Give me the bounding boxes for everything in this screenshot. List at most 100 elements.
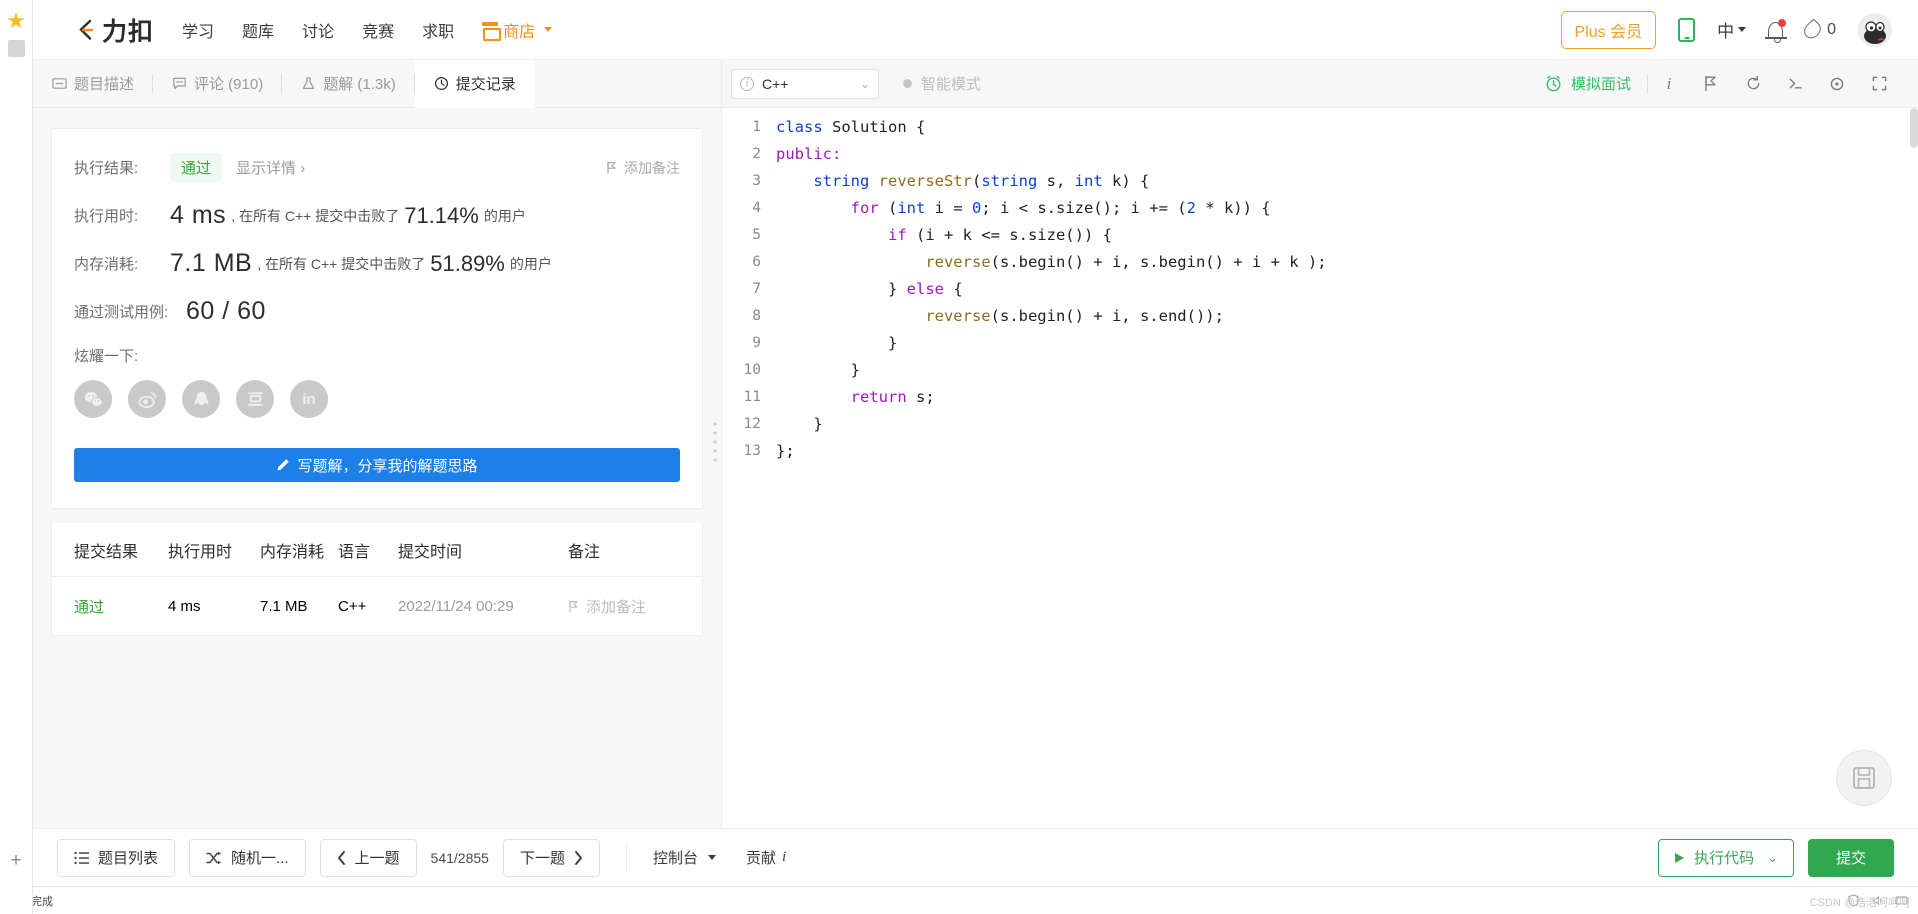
tab-comments[interactable]: 评论 (910) <box>153 60 283 107</box>
problem-list-label: 题目列表 <box>98 850 159 867</box>
submission-result-panel: 执行结果: 通过 显示详情 › 添加备注 执行用时: 4 ms , 在所有 C+… <box>33 108 721 828</box>
linkedin-share-icon[interactable]: in <box>290 380 328 418</box>
nav-problems[interactable]: 题库 <box>242 18 274 42</box>
run-code-button[interactable]: 执行代码 ⌄ <box>1658 838 1794 877</box>
code-line: 12 } <box>722 411 1918 438</box>
editor-flag-button[interactable] <box>1690 69 1732 99</box>
testcases-row: 通过测试用例: 60 / 60 <box>74 297 680 326</box>
bookmark-star-icon[interactable]: ★ <box>6 10 26 32</box>
table-row[interactable]: 通过 4 ms 7.1 MB C++ 2022/11/24 00:29 添加备注 <box>52 577 702 635</box>
code-editor[interactable]: 1 class Solution {2 public: 3 string revers… <box>721 108 1918 828</box>
code-line: 9 } <box>722 330 1918 357</box>
col-language: 语言 <box>338 543 371 561</box>
nav-study[interactable]: 学习 <box>182 18 214 42</box>
code-line-text: } else { <box>776 280 963 298</box>
write-solution-button[interactable]: 写题解，分享我的解题思路 <box>74 448 680 482</box>
language-switcher[interactable]: 中 <box>1717 17 1747 42</box>
code-line-text: reverse(s.begin() + i, s.begin() + i + k… <box>925 253 1327 271</box>
list-icon <box>74 851 89 864</box>
problem-counter: 541/2855 <box>430 849 489 866</box>
mobile-app-icon[interactable] <box>1678 17 1696 42</box>
mock-interview-label: 模拟面试 <box>1570 76 1631 93</box>
save-icon <box>1853 767 1875 789</box>
weibo-share-icon[interactable] <box>128 380 166 418</box>
nav-jobs[interactable]: 求职 <box>422 18 454 42</box>
qq-share-icon[interactable] <box>182 380 220 418</box>
prev-problem-button[interactable]: 上一题 <box>319 838 417 877</box>
plus-membership-button[interactable]: Plus 会员 <box>1560 10 1657 49</box>
next-problem-button[interactable]: 下一题 <box>502 838 600 877</box>
row-add-note-button[interactable]: 添加备注 <box>568 596 680 617</box>
leetcode-page: ★ + 力扣 学习 题库 讨论 竞赛 求职 商店 Plus 会员 中 0 题目描… <box>0 0 1918 914</box>
social-share-list: in <box>74 380 680 418</box>
chevron-down-icon: ⌄ <box>859 76 870 91</box>
code-content[interactable]: 1 class Solution {2 public: 3 string revers… <box>722 108 1918 465</box>
showoff-label: 炫耀一下: <box>74 348 139 365</box>
editor-settings-button[interactable] <box>1816 69 1858 99</box>
line-number: 9 <box>752 335 761 351</box>
code-line: 1 class Solution { <box>722 114 1918 141</box>
col-note: 备注 <box>568 543 601 561</box>
flask-icon <box>303 77 315 89</box>
site-logo[interactable]: 力扣 <box>73 12 154 48</box>
avatar[interactable] <box>1858 12 1892 47</box>
editor-info-button[interactable]: i <box>1648 69 1690 99</box>
editor-reset-button[interactable] <box>1732 69 1774 99</box>
nav-shop[interactable]: 商店 <box>482 18 553 42</box>
tab-description[interactable]: 题目描述 <box>33 60 154 107</box>
save-code-button[interactable] <box>1836 750 1892 806</box>
add-note-button[interactable]: 添加备注 <box>606 158 680 178</box>
nav-discuss[interactable]: 讨论 <box>302 18 334 42</box>
random-problem-button[interactable]: 随机一... <box>189 838 306 877</box>
sidebar-panel-icon[interactable] <box>7 40 25 57</box>
show-detail-link[interactable]: 显示详情 › <box>236 157 305 178</box>
tab-solutions[interactable]: 题解 (1.3k) <box>282 60 415 107</box>
editor-console-button[interactable] <box>1774 69 1816 99</box>
editor-fullscreen-button[interactable] <box>1858 69 1900 99</box>
code-line-text: if (i + k <= s.size()) { <box>887 226 1112 244</box>
gear-icon <box>1830 77 1844 90</box>
description-icon <box>52 78 67 89</box>
smart-mode-toggle[interactable]: 智能模式 <box>903 73 981 94</box>
runtime-value: 4 ms <box>170 201 227 229</box>
code-line-text: public: <box>776 145 842 163</box>
write-solution-label: 写题解，分享我的解题思路 <box>297 457 478 475</box>
submissions-table: 提交结果 执行用时 内存消耗 语言 提交时间 备注 通过 4 ms 7.1 MB… <box>51 523 703 636</box>
douban-share-icon[interactable] <box>236 380 274 418</box>
console-label: 控制台 <box>652 850 698 867</box>
points-indicator[interactable]: 0 <box>1800 17 1836 42</box>
tab-submissions[interactable]: 提交记录 <box>414 60 535 108</box>
info-icon: i <box>782 849 787 865</box>
prev-problem-label: 上一题 <box>354 850 400 867</box>
shop-icon <box>482 22 502 41</box>
chevron-down-icon <box>544 27 553 32</box>
add-tab-icon[interactable]: + <box>10 851 21 870</box>
col-runtime: 执行用时 <box>168 543 233 561</box>
nav-contest[interactable]: 竞赛 <box>362 18 394 42</box>
header-right-actions: Plus 会员 中 0 <box>1560 10 1892 49</box>
language-select[interactable]: i C++ ⌄ <box>731 68 879 99</box>
console-toggle-button[interactable]: 控制台 <box>653 847 716 868</box>
problem-list-button[interactable]: 题目列表 <box>57 838 176 877</box>
memory-row: 内存消耗: 7.1 MB , 在所有 C++ 提交中击败了 51.89% 的用户 <box>74 249 680 278</box>
play-icon <box>1675 852 1685 863</box>
testcases-label: 通过测试用例: <box>74 304 169 321</box>
wechat-share-icon[interactable] <box>74 380 112 418</box>
chevron-down-icon <box>707 855 716 860</box>
code-line-text: reverse(s.begin() + i, s.end()); <box>925 307 1224 325</box>
shuffle-icon <box>206 851 221 864</box>
contribute-button[interactable]: 贡献 i <box>746 847 786 868</box>
row-status[interactable]: 通过 <box>74 596 168 617</box>
chevron-down-icon: ⌄ <box>1767 849 1778 865</box>
notifications-button[interactable] <box>1765 19 1788 43</box>
mock-interview-button[interactable]: 模拟面试 <box>1544 73 1647 94</box>
terminal-icon <box>1789 78 1802 89</box>
code-line: 10 } <box>722 357 1918 384</box>
panel-resize-handle[interactable]: • • • • • <box>713 418 719 466</box>
flame-icon <box>1800 17 1825 42</box>
line-number: 6 <box>752 254 761 270</box>
submit-button[interactable]: 提交 <box>1807 838 1894 877</box>
code-line-text: } <box>776 334 898 352</box>
tab-description-label: 题目描述 <box>74 76 135 93</box>
code-line-text: return s; <box>850 388 935 406</box>
